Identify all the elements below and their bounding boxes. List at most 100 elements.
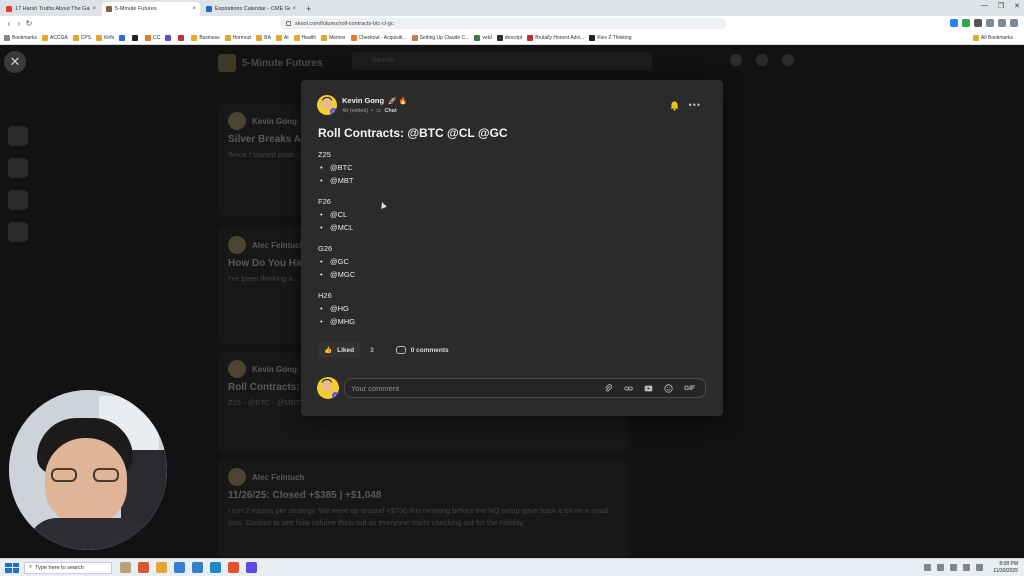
like-button[interactable]: 👍 Liked bbox=[318, 342, 361, 358]
notifications-icon[interactable] bbox=[756, 54, 768, 66]
emoji-icon[interactable] bbox=[664, 384, 673, 393]
author-name: Kevin Gong bbox=[252, 364, 297, 374]
bookmark-label: All Bookmarks bbox=[981, 34, 1013, 41]
author-avatar[interactable]: 6 bbox=[317, 95, 337, 115]
brave-icon[interactable] bbox=[138, 562, 149, 573]
bookmark[interactable]: Hormozi bbox=[224, 34, 251, 41]
like-count[interactable]: 3 bbox=[370, 347, 374, 354]
bookmark-label: Memes bbox=[329, 34, 346, 41]
gif-button[interactable]: GIF bbox=[684, 384, 695, 393]
minimize-icon[interactable]: — bbox=[981, 2, 988, 10]
profile-icon[interactable] bbox=[1010, 19, 1018, 27]
clock[interactable]: 8:08 PM 11/30/2025 bbox=[993, 561, 1018, 574]
bookmark[interactable] bbox=[119, 34, 127, 41]
community-icon[interactable] bbox=[8, 222, 28, 242]
bookmark[interactable]: vetd bbox=[474, 34, 492, 41]
bookmark[interactable]: Bookmarks bbox=[4, 34, 37, 41]
vscode-icon[interactable] bbox=[192, 562, 203, 573]
bookmark[interactable]: AI bbox=[275, 34, 289, 41]
bookmark[interactable]: Setting Up Claude C... bbox=[411, 34, 469, 41]
bookmark-icon bbox=[132, 34, 139, 41]
bookmark[interactable]: Checkout - Acquisiti... bbox=[350, 34, 407, 41]
folder-icon bbox=[224, 34, 231, 41]
network-icon[interactable] bbox=[963, 564, 971, 571]
bookmark[interactable] bbox=[165, 34, 173, 41]
browser-tab[interactable]: Expirations Calendar - CME Group × bbox=[202, 2, 300, 16]
bookmark[interactable]: BA bbox=[256, 34, 271, 41]
chat-icon[interactable] bbox=[730, 54, 742, 66]
bell-icon[interactable] bbox=[670, 101, 679, 111]
comments-count: 0 comments bbox=[410, 346, 449, 354]
bookmark[interactable]: CPS bbox=[72, 34, 91, 41]
bookmark[interactable]: Brutally Honest Advi... bbox=[527, 34, 584, 41]
chrome-icon[interactable] bbox=[156, 562, 167, 573]
search-input[interactable]: Search bbox=[352, 52, 652, 70]
bookmark[interactable]: Memes bbox=[321, 34, 346, 41]
video-icon[interactable] bbox=[644, 384, 653, 393]
reload-icon[interactable]: ↻ bbox=[24, 19, 34, 28]
bookmark-icon bbox=[145, 34, 152, 41]
bookmark[interactable]: descript bbox=[496, 34, 522, 41]
link-icon[interactable] bbox=[624, 384, 633, 393]
bookmark-icon bbox=[119, 34, 126, 41]
symbol-item: @HG bbox=[318, 303, 355, 316]
browser-tab[interactable]: 17 Harsh Truths About The Game of × bbox=[2, 2, 100, 16]
back-icon[interactable]: ‹ bbox=[4, 19, 14, 28]
extension-icon[interactable] bbox=[962, 19, 970, 27]
like-label: Liked bbox=[337, 346, 355, 354]
community-icon[interactable] bbox=[8, 126, 28, 146]
close-tab-icon[interactable]: × bbox=[92, 6, 96, 12]
start-icon[interactable] bbox=[5, 562, 19, 573]
forward-icon[interactable]: › bbox=[14, 19, 24, 28]
post-modal: 6 Kevin Gong 🚀 🔥 4d (edited) • ▭ Chat ••… bbox=[301, 80, 723, 416]
post-card[interactable]: Alec Feintuch 11/26/25: Closed +$385 | +… bbox=[218, 460, 628, 558]
bookmark[interactable]: Health bbox=[293, 34, 316, 41]
volume-icon[interactable] bbox=[976, 564, 984, 571]
app-icon[interactable] bbox=[210, 562, 221, 573]
app-icon[interactable] bbox=[174, 562, 185, 573]
comment-input[interactable] bbox=[351, 383, 571, 393]
avatar[interactable] bbox=[782, 54, 794, 66]
comments-button[interactable]: 0 comments bbox=[395, 346, 449, 354]
post-channel[interactable]: Chat bbox=[384, 108, 396, 114]
extension-icon[interactable] bbox=[998, 19, 1006, 27]
bookmark-icon bbox=[4, 34, 10, 41]
extension-icon[interactable] bbox=[950, 19, 958, 27]
more-options-icon[interactable]: ••• bbox=[689, 100, 701, 110]
attachment-icon[interactable] bbox=[604, 384, 613, 393]
taskbar-search[interactable]: ⌕ Type here to search bbox=[24, 561, 112, 574]
bookmark[interactable] bbox=[132, 34, 140, 41]
community-icon[interactable] bbox=[8, 190, 28, 210]
close-tab-icon[interactable]: × bbox=[192, 6, 196, 12]
browser-tab-active[interactable]: 5-Minute Futures × bbox=[102, 2, 200, 16]
maximize-icon[interactable]: ❐ bbox=[998, 2, 1004, 10]
bookmark[interactable]: Kirfs bbox=[96, 34, 114, 41]
bookmark[interactable]: Business bbox=[191, 34, 220, 41]
folder-icon bbox=[973, 34, 980, 41]
bookmark[interactable]: CC bbox=[145, 34, 160, 41]
author-name[interactable]: Kevin Gong bbox=[342, 96, 384, 105]
bookmark[interactable]: Kiev Z Thinking bbox=[589, 34, 632, 41]
folder-icon bbox=[275, 34, 282, 41]
site-info-icon[interactable] bbox=[286, 21, 291, 26]
extension-icon[interactable] bbox=[986, 19, 994, 27]
close-tab-icon[interactable]: × bbox=[292, 6, 296, 12]
app-icon[interactable] bbox=[228, 562, 239, 573]
close-window-icon[interactable]: ✕ bbox=[1014, 2, 1020, 10]
bookmark-label: Kiev Z Thinking bbox=[597, 34, 632, 41]
all-bookmarks[interactable]: All Bookmarks bbox=[973, 34, 1013, 41]
tray-icon[interactable] bbox=[924, 564, 932, 571]
community-name[interactable]: 5-Minute Futures bbox=[242, 58, 323, 69]
url-field[interactable]: skool.com/futures/roll-contracts-btc-cl-… bbox=[280, 18, 726, 29]
community-icon[interactable] bbox=[8, 158, 28, 178]
new-tab-button[interactable]: + bbox=[302, 2, 315, 16]
tray-icon[interactable] bbox=[950, 564, 958, 571]
extension-icon[interactable] bbox=[974, 19, 982, 27]
close-modal-button[interactable]: ✕ bbox=[4, 51, 26, 73]
app-icon[interactable] bbox=[120, 562, 131, 573]
bookmark[interactable]: ACCGA bbox=[42, 34, 68, 41]
app-icon[interactable] bbox=[246, 562, 257, 573]
bookmark[interactable] bbox=[178, 34, 186, 41]
system-tray: 8:08 PM 11/30/2025 bbox=[924, 561, 1018, 574]
tray-icon[interactable] bbox=[937, 564, 945, 571]
